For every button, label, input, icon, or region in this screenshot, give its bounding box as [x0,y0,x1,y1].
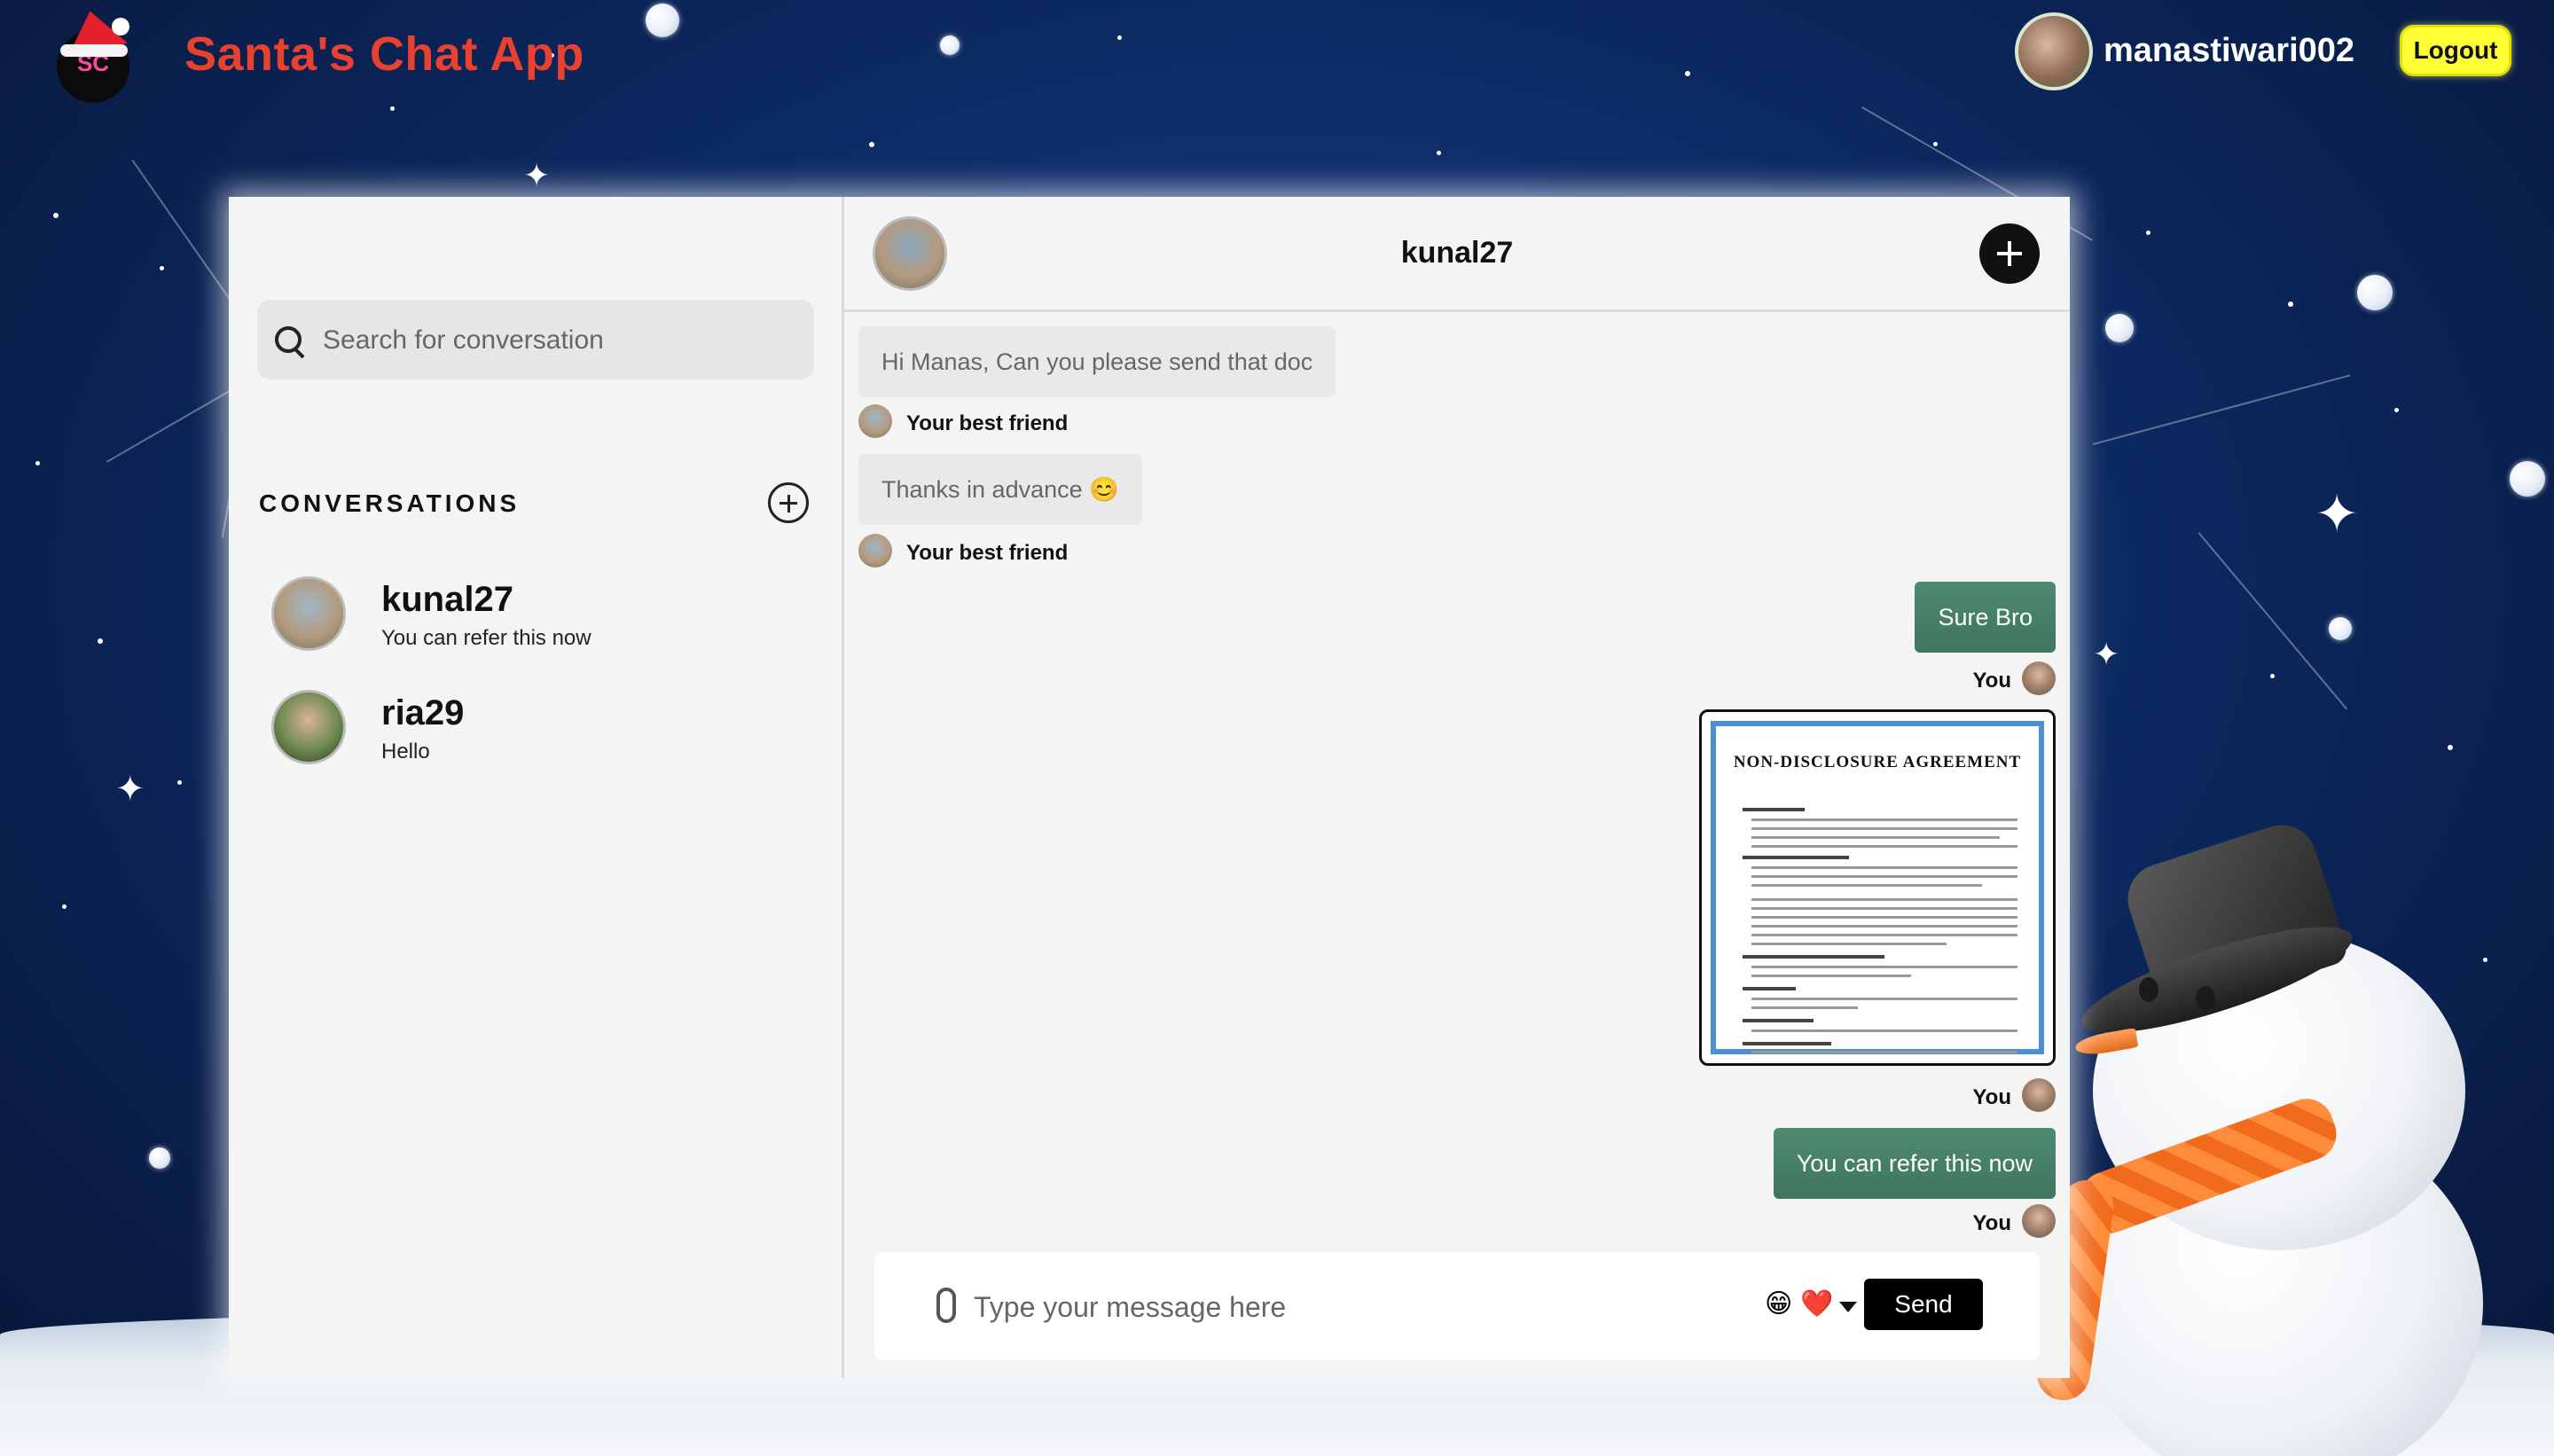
search-input[interactable] [321,300,803,381]
send-button[interactable]: Send [1864,1279,1983,1330]
avatar [271,576,346,651]
paperclip-icon[interactable] [936,1288,956,1323]
outgoing-message: You can refer this now [1773,1128,2056,1199]
conversation-name: kunal27 [381,580,513,619]
conversation-name: ria29 [381,693,465,732]
grin-emoji-icon[interactable]: 😁 [1765,1291,1792,1318]
contact-name: kunal27 [1400,236,1514,270]
conversation-item-ria29[interactable]: ria29 Hello [271,690,803,779]
add-conversation-button[interactable] [768,482,809,523]
app-title: Santa's Chat App [184,27,584,81]
conversation-item-kunal27[interactable]: kunal27 You can refer this now [271,576,803,665]
add-to-chat-button[interactable] [1979,223,2040,284]
app-logo: SC [57,4,129,103]
incoming-message: Hi Manas, Can you please send that doc [858,326,1336,397]
conversation-sidebar: CONVERSATIONS kunal27 You can refer this… [229,197,844,1378]
user-avatar [2015,12,2093,90]
avatar [2022,1078,2056,1112]
message-composer: 😁 ❤️ Send [874,1252,2040,1362]
document-attachment[interactable]: NON-DISCLOSURE AGREEMENT [1699,709,2056,1066]
username: manastiwari002 [2104,32,2355,69]
outgoing-message: Sure Bro [1915,582,2056,653]
chevron-down-icon[interactable] [1839,1302,1857,1312]
avatar [858,534,892,568]
snowman-illustration [2033,816,2554,1456]
logout-button[interactable]: Logout [2400,25,2511,76]
search-icon [275,326,302,353]
heart-emoji-icon[interactable]: ❤️ [1800,1291,1833,1318]
conversation-last-message: You can refer this now [381,626,591,650]
incoming-message: Thanks in advance 😊 [858,454,1142,525]
search-box[interactable] [257,300,814,381]
conversations-heading: CONVERSATIONS [259,489,521,517]
message-sender: You [1949,661,2056,697]
avatar [271,690,346,764]
message-sender: You [1949,1078,2056,1114]
conversation-last-message: Hello [381,740,430,763]
avatar [2022,661,2056,695]
message-input[interactable] [972,1252,1685,1362]
document-title: NON-DISCLOSURE AGREEMENT [1733,753,2022,771]
chat-area: kunal27 Hi Manas, Can you please send th… [844,197,2070,1378]
chat-header: kunal27 [844,197,2070,312]
message-sender: You [1949,1204,2056,1240]
avatar [858,404,892,438]
avatar [2022,1204,2056,1238]
chat-panel: CONVERSATIONS kunal27 You can refer this… [229,197,2070,1378]
